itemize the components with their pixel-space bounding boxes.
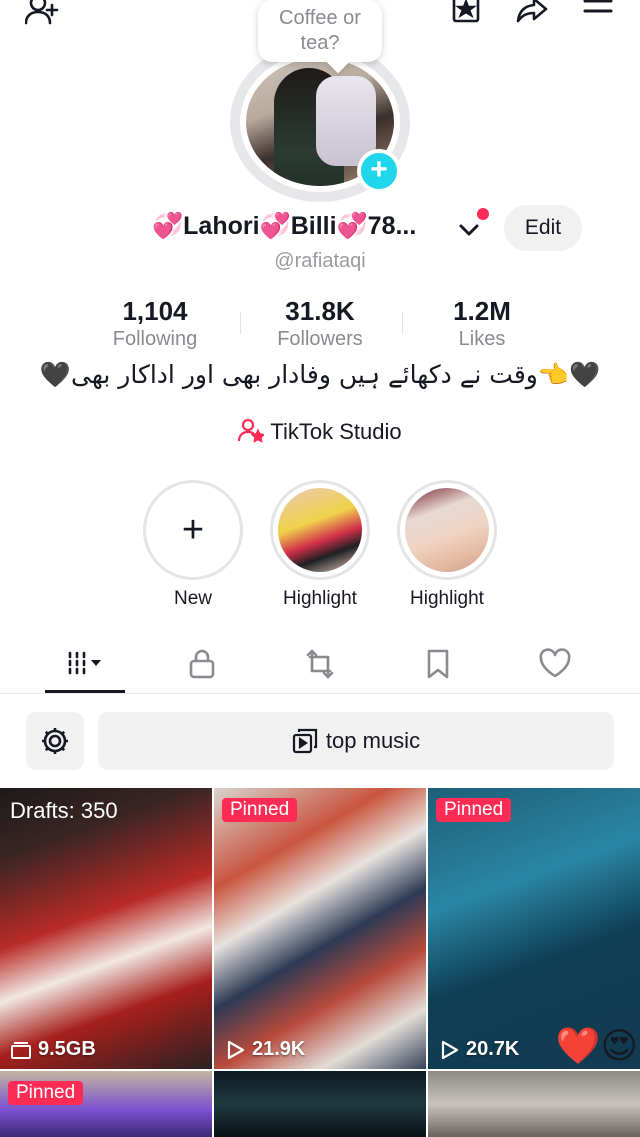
stat-label: Following <box>112 328 198 350</box>
highlight-circle <box>397 480 497 580</box>
tab-videos-grid[interactable] <box>45 640 125 688</box>
tiktok-studio-link[interactable]: TikTok Studio <box>0 418 640 445</box>
highlight-label: New <box>173 588 212 609</box>
highlight-new-circle: + <box>143 480 243 580</box>
gear-icon <box>42 728 68 754</box>
video-meta: 9.5GB <box>10 1038 96 1061</box>
add-story-plus-icon[interactable]: + <box>357 149 401 193</box>
video-thumbnail[interactable]: Pinned 20.7K ❤️😍 <box>428 788 640 1069</box>
highlight-item[interactable]: Highlight <box>397 480 497 610</box>
stat-value: 1,104 <box>122 296 188 326</box>
favorites-icon[interactable] <box>446 0 486 32</box>
highlight-label: Highlight <box>283 588 357 609</box>
video-thumbnail[interactable] <box>214 1071 426 1137</box>
tab-reposts[interactable] <box>280 640 360 688</box>
pinned-badge: Pinned <box>222 798 298 822</box>
stat-followers[interactable]: 31.8K Followers <box>240 296 400 352</box>
highlight-new[interactable]: + New <box>143 480 243 610</box>
play-icon <box>441 1040 459 1059</box>
username-handle: @rafiataqi <box>274 250 366 272</box>
plus-icon: + <box>181 509 205 551</box>
stat-value: 31.8K <box>285 296 355 326</box>
view-count: 20.7K <box>466 1038 520 1060</box>
tab-private[interactable] <box>162 640 242 688</box>
video-thumbnail[interactable]: Pinned <box>0 1071 212 1137</box>
profile-stats: 1,104 Following 31.8K Followers 1.2M Lik… <box>75 296 565 356</box>
studio-label: TikTok Studio <box>270 419 402 444</box>
top-music-button[interactable]: top music <box>98 712 614 770</box>
add-friend-icon[interactable] <box>22 0 62 32</box>
active-tab-indicator <box>45 690 125 693</box>
video-grid: Drafts: 350 9.5GB Pinned 21.9K Pinned 20… <box>0 788 640 1137</box>
display-name[interactable]: 💞Lahori💞Billi💞78... <box>152 212 464 241</box>
stat-value: 1.2M <box>453 296 511 326</box>
pinned-badge: Pinned <box>436 798 512 822</box>
edit-profile-button[interactable]: Edit <box>504 205 582 251</box>
studio-person-icon <box>238 418 266 443</box>
note-bubble[interactable]: Coffee or tea? <box>258 0 382 62</box>
share-icon[interactable] <box>512 0 552 32</box>
highlight-circle <box>270 480 370 580</box>
tab-liked[interactable] <box>515 640 595 688</box>
highlight-label: Highlight <box>410 588 484 609</box>
stat-label: Followers <box>277 328 363 350</box>
storage-size: 9.5GB <box>38 1038 96 1060</box>
bookmark-icon <box>427 649 449 679</box>
video-meta: 21.9K <box>224 1038 305 1061</box>
filter-row: top music <box>0 712 640 770</box>
profile-bio: 🖤👈وقت نے دکھائے ہیں وفادار بھی اور اداکا… <box>39 360 601 389</box>
storage-icon <box>11 1041 31 1059</box>
highlight-item[interactable]: Highlight <box>270 480 370 610</box>
video-thumbnail[interactable]: Pinned 21.9K <box>214 788 426 1069</box>
stat-following[interactable]: 1,104 Following <box>75 296 235 352</box>
video-thumbnail[interactable] <box>428 1071 640 1137</box>
video-thumbnail-drafts[interactable]: Drafts: 350 9.5GB <box>0 788 212 1069</box>
note-text: Coffee or tea? <box>279 7 361 54</box>
notification-dot <box>477 208 489 220</box>
tab-favorites[interactable] <box>398 640 478 688</box>
lock-icon <box>189 649 215 679</box>
hearts-sticker: ❤️😍 <box>555 1025 638 1066</box>
grid-dropdown-icon <box>68 651 101 675</box>
top-music-label: top music <box>325 728 421 753</box>
drafts-count: Drafts: 350 <box>10 798 118 823</box>
play-icon <box>227 1040 245 1059</box>
pinned-badge: Pinned <box>8 1081 84 1105</box>
repost-icon <box>306 649 334 679</box>
video-meta: 20.7K <box>438 1038 519 1061</box>
playlist-icon <box>292 728 318 754</box>
highlight-image <box>278 488 362 572</box>
stat-label: Likes <box>458 328 506 350</box>
highlight-image <box>405 488 489 572</box>
menu-icon[interactable] <box>578 0 618 32</box>
settings-button[interactable] <box>26 712 84 770</box>
view-count: 21.9K <box>252 1038 306 1060</box>
chevron-down-icon[interactable] <box>456 220 482 240</box>
profile-tabs <box>0 636 640 694</box>
heart-icon <box>539 648 571 678</box>
stat-likes[interactable]: 1.2M Likes <box>402 296 562 352</box>
